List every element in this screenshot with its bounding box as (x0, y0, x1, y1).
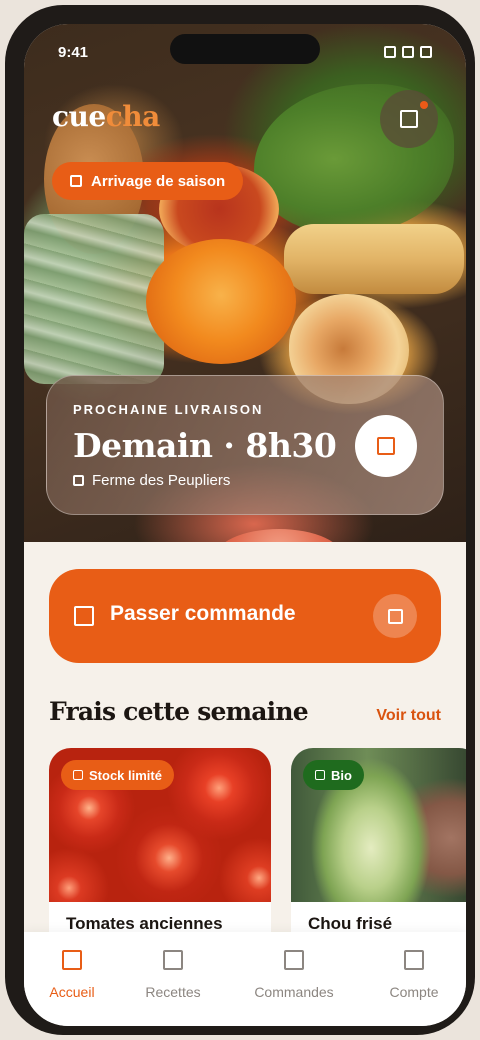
delivery-card[interactable]: PROCHAINE LIVRAISON Demain · 8h30 Ferme … (46, 375, 444, 515)
hero-photo-squash (284, 224, 464, 294)
notifications-button[interactable] (380, 90, 438, 148)
delivery-label: PROCHAINE LIVRAISON (73, 402, 264, 417)
section-title: Frais cette semaine (49, 697, 309, 726)
dynamic-island (170, 34, 320, 64)
hero-photo-leek (24, 214, 164, 384)
brand-logo: cuecha (52, 100, 160, 133)
cart-icon (74, 606, 94, 631)
hero-banner: 9:41 cuecha Arrivage de saison PROCHAINE… (24, 24, 466, 542)
delivery-farm: Ferme des Peupliers (73, 472, 230, 489)
wifi-icon (402, 46, 414, 58)
tab-accueil[interactable]: Accueil (24, 950, 122, 1000)
location-icon (73, 475, 84, 486)
truck-icon (377, 437, 395, 455)
order-button-label: Passer commande (110, 602, 296, 625)
delivery-details-button[interactable] (355, 415, 417, 477)
leaf-icon (70, 175, 82, 187)
orders-icon (284, 950, 304, 970)
signal-icon (384, 46, 396, 58)
product-badge: Stock limité (61, 760, 174, 790)
hero-photo-orange (146, 239, 296, 364)
battery-icon (420, 46, 432, 58)
bell-icon (400, 110, 418, 128)
season-chip[interactable]: Arrivage de saison (52, 162, 244, 200)
delivery-farm-name: Ferme des Peupliers (92, 472, 231, 489)
status-bar: 9:41 (24, 24, 466, 78)
delivery-time: Demain · 8h30 (73, 426, 337, 465)
arrow-icon (373, 594, 417, 638)
product-badge: Bio (303, 760, 364, 790)
tab-label: Compte (389, 984, 439, 1000)
tab-recettes[interactable]: Recettes (123, 950, 223, 1000)
season-chip-label: Arrivage de saison (91, 172, 226, 190)
phone-frame: 9:41 cuecha Arrivage de saison PROCHAINE… (5, 5, 475, 1035)
tab-label: Commandes (254, 984, 334, 1000)
recipe-icon (163, 950, 183, 970)
tab-label: Accueil (49, 984, 95, 1000)
logo-part2: cha (105, 100, 161, 133)
home-icon (62, 950, 82, 970)
product-name: Chou frisé (308, 914, 393, 933)
hero-photo-grapefruit (214, 529, 344, 542)
product-badge-label: Bio (331, 767, 352, 783)
notification-dot (420, 101, 428, 109)
alert-icon (73, 770, 83, 780)
tab-bar: Accueil Recettes Commandes Compte (24, 932, 466, 1026)
product-name: Tomates anciennes (66, 914, 223, 933)
status-icons (384, 46, 432, 58)
logo-part1: cue (52, 100, 106, 133)
product-badge-label: Stock limité (89, 767, 162, 783)
status-time: 9:41 (58, 44, 89, 61)
see-all-link[interactable]: Voir tout (376, 707, 441, 725)
order-button[interactable]: Passer commande (49, 569, 441, 663)
tab-commandes[interactable]: Commandes (244, 950, 344, 1000)
account-icon (404, 950, 424, 970)
organic-icon (315, 770, 325, 780)
screen: 9:41 cuecha Arrivage de saison PROCHAINE… (24, 24, 466, 1026)
tab-compte[interactable]: Compte (364, 950, 464, 1000)
tab-label: Recettes (145, 984, 201, 1000)
